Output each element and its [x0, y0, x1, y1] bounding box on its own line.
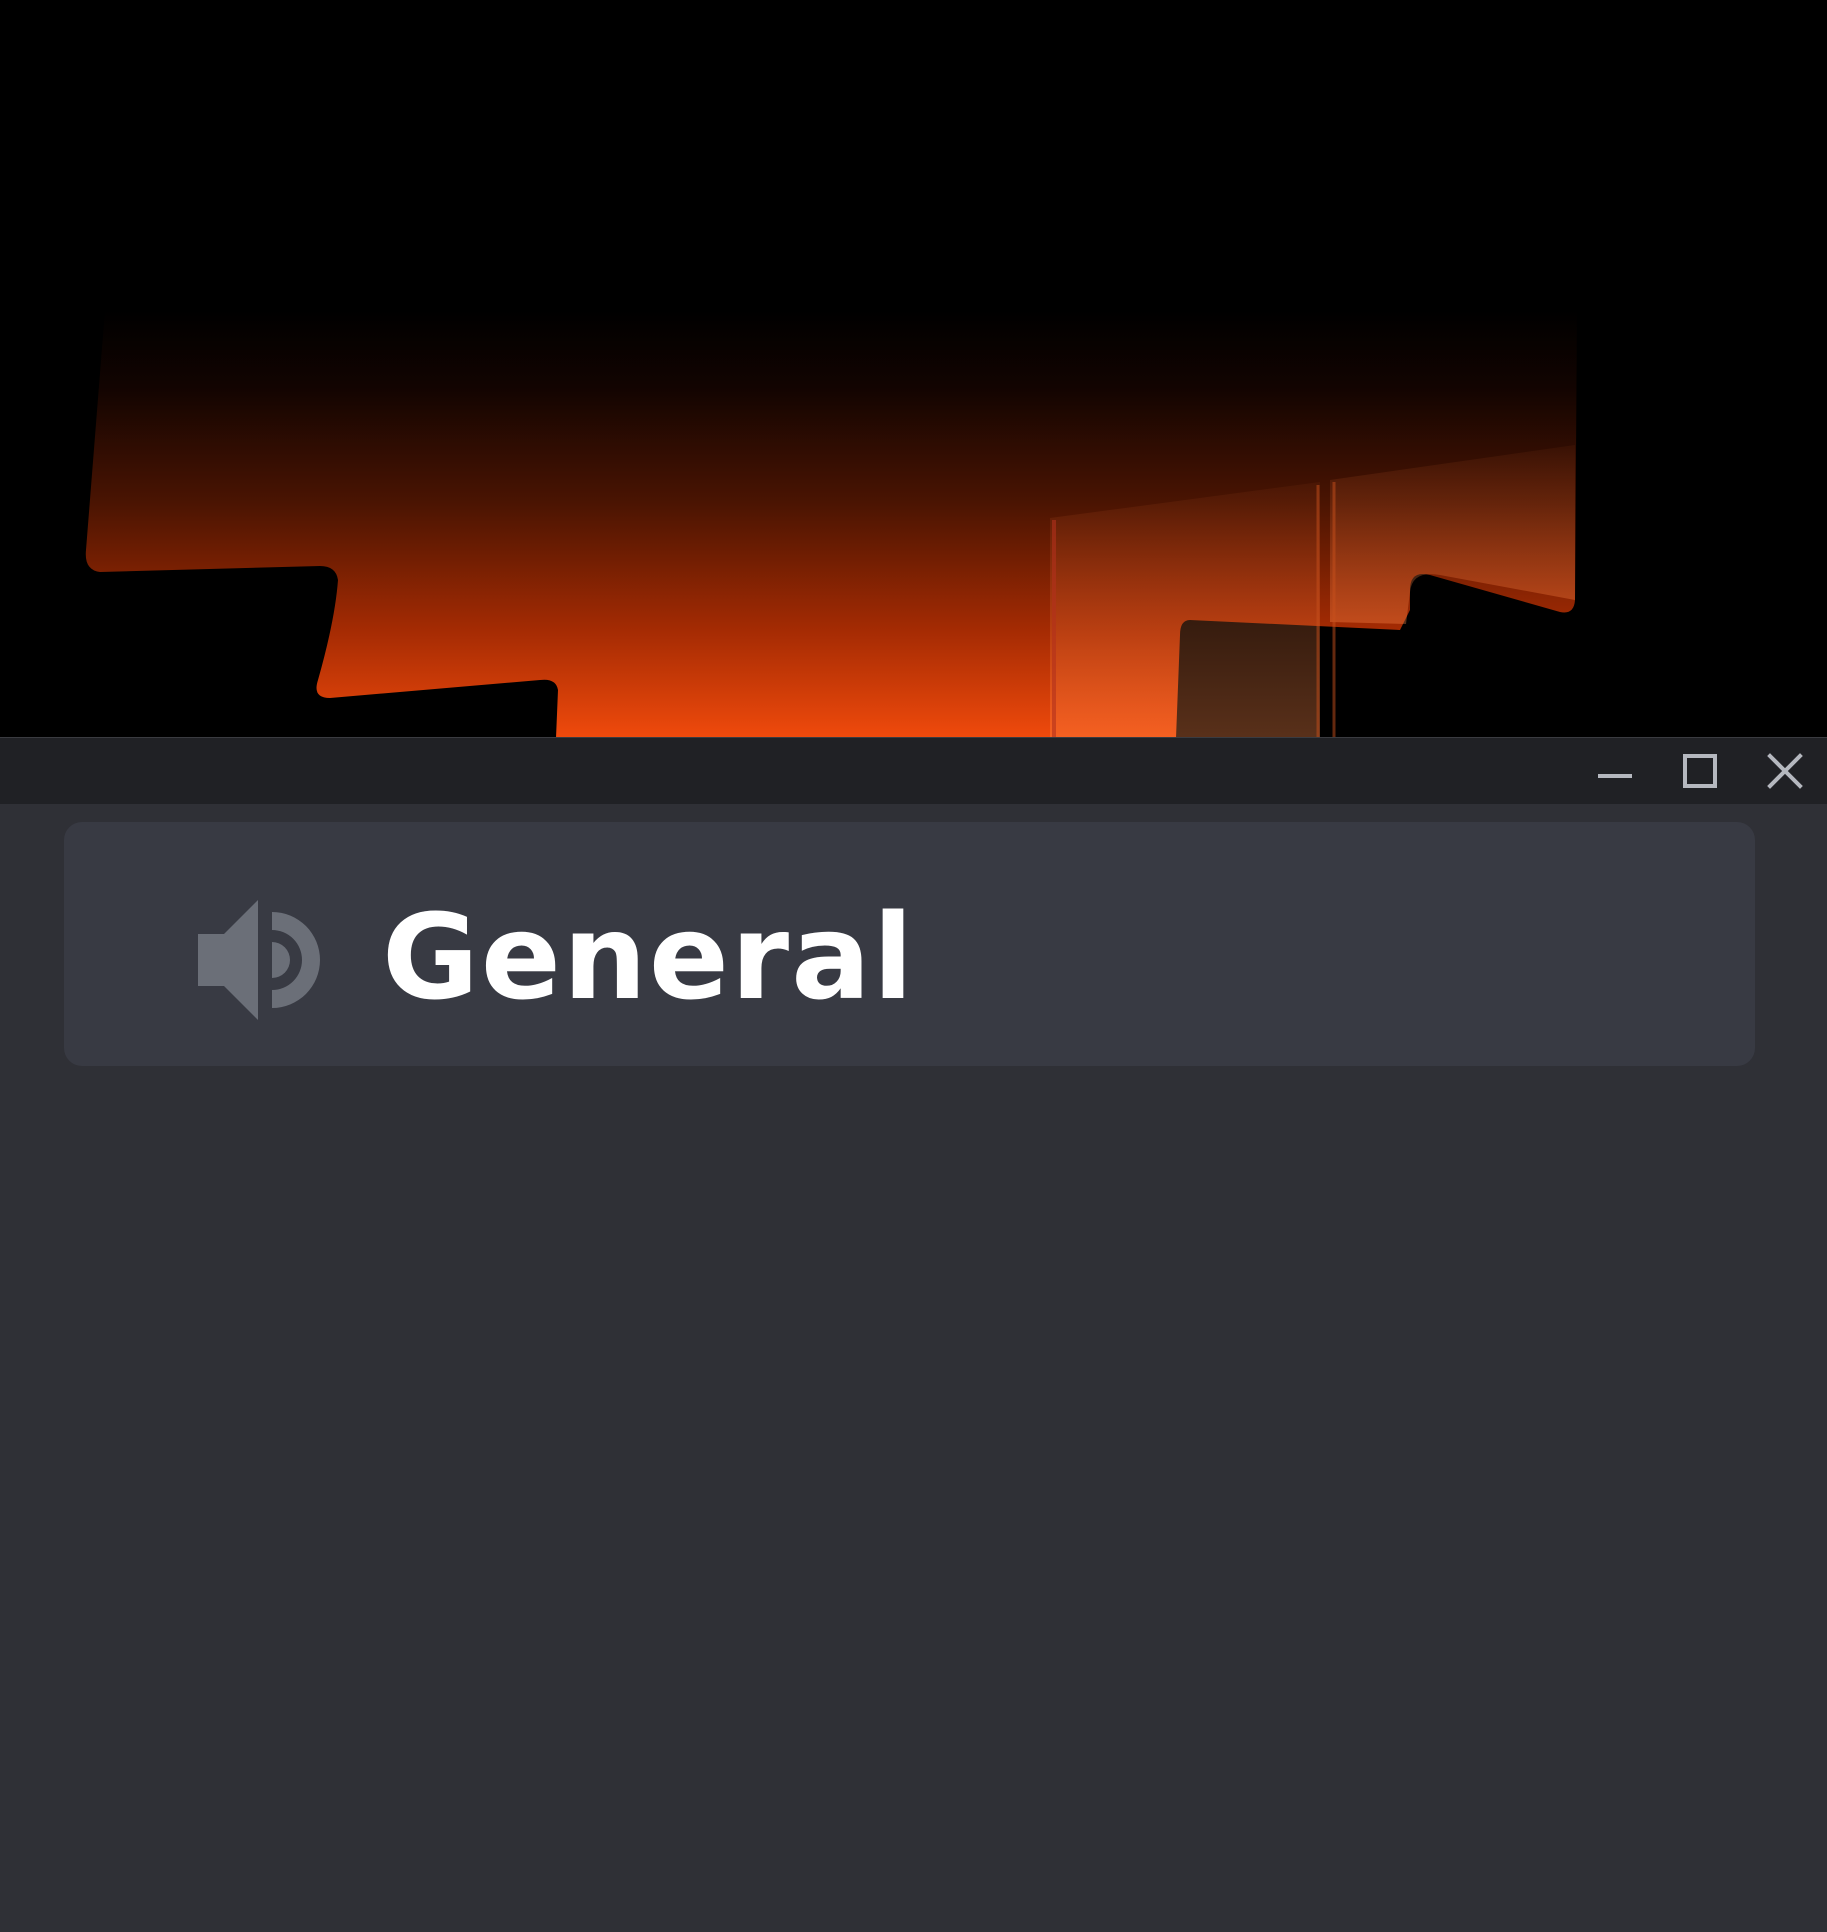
main-content: General: [0, 804, 1827, 1932]
minimize-button[interactable]: [1575, 738, 1655, 804]
banner-artwork: [0, 0, 1827, 738]
minimize-icon: [1598, 774, 1632, 778]
speaker-icon: [198, 900, 320, 1020]
maximize-button[interactable]: [1660, 738, 1740, 804]
sunset-silhouette-art: [0, 0, 1827, 738]
voice-channel-item[interactable]: General: [64, 822, 1755, 1066]
close-button[interactable]: [1745, 738, 1825, 804]
maximize-icon: [1683, 754, 1717, 788]
glass-panel-left: [1050, 482, 1320, 738]
app-window: General: [0, 0, 1827, 1932]
close-icon: [1767, 753, 1803, 789]
window-titlebar: [0, 737, 1827, 804]
channel-name: General: [382, 888, 916, 1026]
